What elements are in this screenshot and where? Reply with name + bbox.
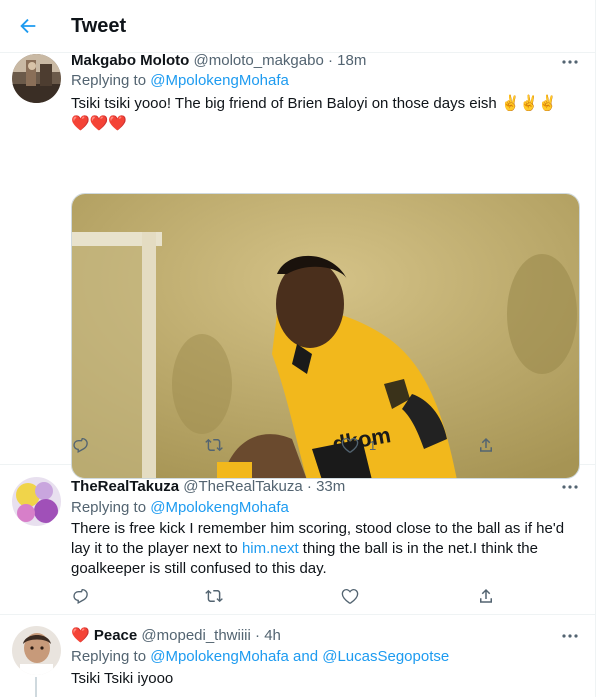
replying-prefix: Replying to — [71, 648, 147, 665]
replying-and: and — [293, 648, 319, 665]
more-horizontal-icon — [562, 60, 578, 64]
share-button[interactable] — [477, 586, 495, 606]
reply-tweet[interactable]: ❤️ Peace @mopedi_thwiiii · 4h Replying t… — [0, 616, 596, 697]
tweet-time[interactable]: 4h — [264, 627, 281, 644]
retweet-icon — [205, 438, 223, 452]
tweet-header: Makgabo Moloto @moloto_makgabo · 18m — [71, 52, 366, 69]
tweet-text: There is free kick I remember him scorin… — [71, 519, 581, 579]
retweet-button[interactable] — [204, 435, 224, 455]
mention-link[interactable]: @MpolokengMohafa — [150, 499, 289, 516]
tweet-link[interactable]: him.next — [242, 540, 299, 557]
mention-link[interactable]: @LucasSegopotse — [322, 648, 449, 665]
share-icon — [480, 437, 492, 452]
mention-link[interactable]: @MpolokengMohafa — [150, 72, 289, 89]
user-handle[interactable]: @moloto_makgabo — [194, 52, 324, 69]
separator-dot: · — [327, 52, 333, 69]
replying-prefix: Replying to — [71, 499, 147, 516]
replying-to: Replying to @MpolokengMohafa — [71, 499, 289, 516]
back-button[interactable] — [14, 12, 42, 40]
more-horizontal-icon — [562, 485, 578, 489]
tweet-actions: 1 — [71, 435, 501, 455]
page-header: Tweet — [0, 0, 596, 53]
display-name[interactable]: TheRealTakuza — [71, 478, 179, 495]
reply-icon — [73, 437, 88, 453]
thread-connector-line — [35, 677, 37, 697]
tweet-header: TheRealTakuza @TheRealTakuza · 33m — [71, 478, 345, 495]
reply-icon — [73, 588, 88, 604]
name-heart-emoji: ❤️ — [71, 627, 90, 644]
like-count: 1 — [369, 437, 377, 453]
separator-dot: · — [255, 627, 261, 644]
tweet-text: Tsiki Tsiki iyooo — [71, 670, 174, 687]
retweet-button[interactable] — [204, 586, 224, 606]
heart-icon — [341, 437, 359, 453]
avatar[interactable] — [12, 626, 61, 675]
display-name[interactable]: Makgabo Moloto — [71, 52, 189, 69]
tweet-actions — [71, 586, 501, 606]
share-icon — [480, 588, 492, 603]
reply-button[interactable] — [71, 586, 89, 606]
more-button[interactable] — [560, 54, 580, 70]
like-button[interactable]: 1 — [341, 435, 376, 455]
tweet-text-hearts: ❤️❤️❤️ — [71, 115, 128, 132]
replying-prefix: Replying to — [71, 72, 147, 89]
share-button[interactable] — [477, 435, 495, 455]
reply-tweet[interactable]: TheRealTakuza @TheRealTakuza · 33m Reply… — [0, 466, 596, 615]
tweet-time[interactable]: 33m — [316, 478, 345, 495]
arrow-left-icon — [20, 18, 36, 34]
separator-dot: · — [306, 478, 312, 495]
like-button[interactable] — [341, 586, 359, 606]
avatar[interactable] — [12, 477, 61, 526]
user-handle[interactable]: @mopedi_thwiiii — [141, 627, 250, 644]
page-title: Tweet — [71, 15, 127, 37]
display-name[interactable]: Peace — [94, 627, 137, 644]
tweet-text: Tsiki tsiki yooo! The big friend of Brie… — [71, 94, 581, 134]
tweet-header: ❤️ Peace @mopedi_thwiiii · 4h — [71, 626, 281, 644]
avatar[interactable] — [12, 54, 61, 103]
reply-tweet[interactable]: Makgabo Moloto @moloto_makgabo · 18m Rep… — [0, 52, 596, 479]
heart-icon — [341, 588, 359, 604]
more-button[interactable] — [560, 628, 580, 644]
mention-link[interactable]: @MpolokengMohafa — [150, 648, 289, 665]
user-handle[interactable]: @TheRealTakuza — [183, 478, 302, 495]
tweet-time[interactable]: 18m — [337, 52, 366, 69]
replying-to: Replying to @MpolokengMohafa — [71, 72, 289, 89]
more-button[interactable] — [560, 479, 580, 495]
tweet-text-line: Tsiki tsiki yooo! The big friend of Brie… — [71, 95, 557, 112]
reply-button[interactable] — [71, 435, 89, 455]
replying-to: Replying to @MpolokengMohafa and @LucasS… — [71, 648, 449, 665]
retweet-icon — [205, 589, 223, 603]
more-horizontal-icon — [562, 634, 578, 638]
